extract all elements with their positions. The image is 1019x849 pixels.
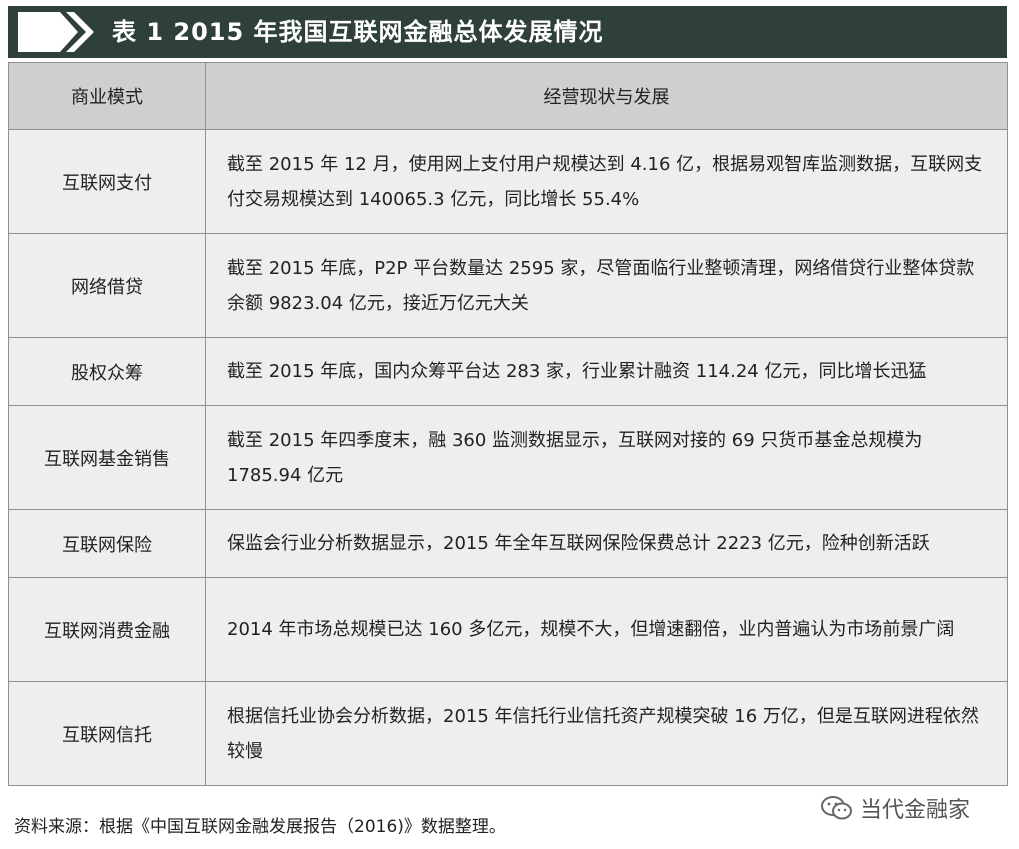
header-business-model: 商业模式 xyxy=(8,62,206,130)
row-description: 截至 2015 年四季度末，融 360 监测数据显示，互联网对接的 69 只货币… xyxy=(205,405,1008,510)
table-title-bar: 表 1 2015 年我国互联网金融总体发展情况 xyxy=(8,6,1007,58)
row-description: 截至 2015 年底，国内众筹平台达 283 家，行业累计融资 114.24 亿… xyxy=(205,337,1008,406)
row-model: 网络借贷 xyxy=(8,233,206,338)
wechat-icon xyxy=(821,796,852,820)
table-row: 互联网信托 根据信托业协会分析数据，2015 年信托行业信托资产规模突破 16 … xyxy=(8,681,1008,786)
table-row: 互联网基金销售 截至 2015 年四季度末，融 360 监测数据显示，互联网对接… xyxy=(8,405,1008,510)
table-header-row: 商业模式 经营现状与发展 xyxy=(8,62,1008,130)
row-description: 2014 年市场总规模已达 160 多亿元，规模不大，但增速翻倍，业内普遍认为市… xyxy=(205,577,1008,682)
watermark-text: 当代金融家 xyxy=(860,798,971,823)
row-model: 互联网保险 xyxy=(8,509,206,578)
row-model: 互联网基金销售 xyxy=(8,405,206,510)
row-model: 互联网支付 xyxy=(8,129,206,234)
development-table: 商业模式 经营现状与发展 互联网支付 截至 2015 年 12 月，使用网上支付… xyxy=(8,62,1008,786)
row-model: 互联网消费金融 xyxy=(8,577,206,682)
watermark: 当代金融家 xyxy=(820,790,970,826)
row-model: 股权众筹 xyxy=(8,337,206,406)
header-status-development: 经营现状与发展 xyxy=(205,62,1008,130)
row-description: 截至 2015 年 12 月，使用网上支付用户规模达到 4.16 亿，根据易观智… xyxy=(205,129,1008,234)
chevron-right-icon xyxy=(18,12,94,52)
source-note: 资料来源：根据《中国互联网金融发展报告（2016)》数据整理。 xyxy=(14,817,506,837)
table-row: 股权众筹 截至 2015 年底，国内众筹平台达 283 家，行业累计融资 114… xyxy=(8,337,1008,406)
row-description: 根据信托业协会分析数据，2015 年信托行业信托资产规模突破 16 万亿，但是互… xyxy=(205,681,1008,786)
table-row: 互联网消费金融 2014 年市场总规模已达 160 多亿元，规模不大，但增速翻倍… xyxy=(8,577,1008,682)
row-model: 互联网信托 xyxy=(8,681,206,786)
row-description: 截至 2015 年底，P2P 平台数量达 2595 家，尽管面临行业整顿清理，网… xyxy=(205,233,1008,338)
row-description: 保监会行业分析数据显示，2015 年全年互联网保险保费总计 2223 亿元，险种… xyxy=(205,509,1008,578)
table-row: 互联网保险 保监会行业分析数据显示，2015 年全年互联网保险保费总计 2223… xyxy=(8,509,1008,578)
table-row: 互联网支付 截至 2015 年 12 月，使用网上支付用户规模达到 4.16 亿… xyxy=(8,129,1008,234)
table-row: 网络借贷 截至 2015 年底，P2P 平台数量达 2595 家，尽管面临行业整… xyxy=(8,233,1008,338)
table-title: 表 1 2015 年我国互联网金融总体发展情况 xyxy=(112,18,604,46)
